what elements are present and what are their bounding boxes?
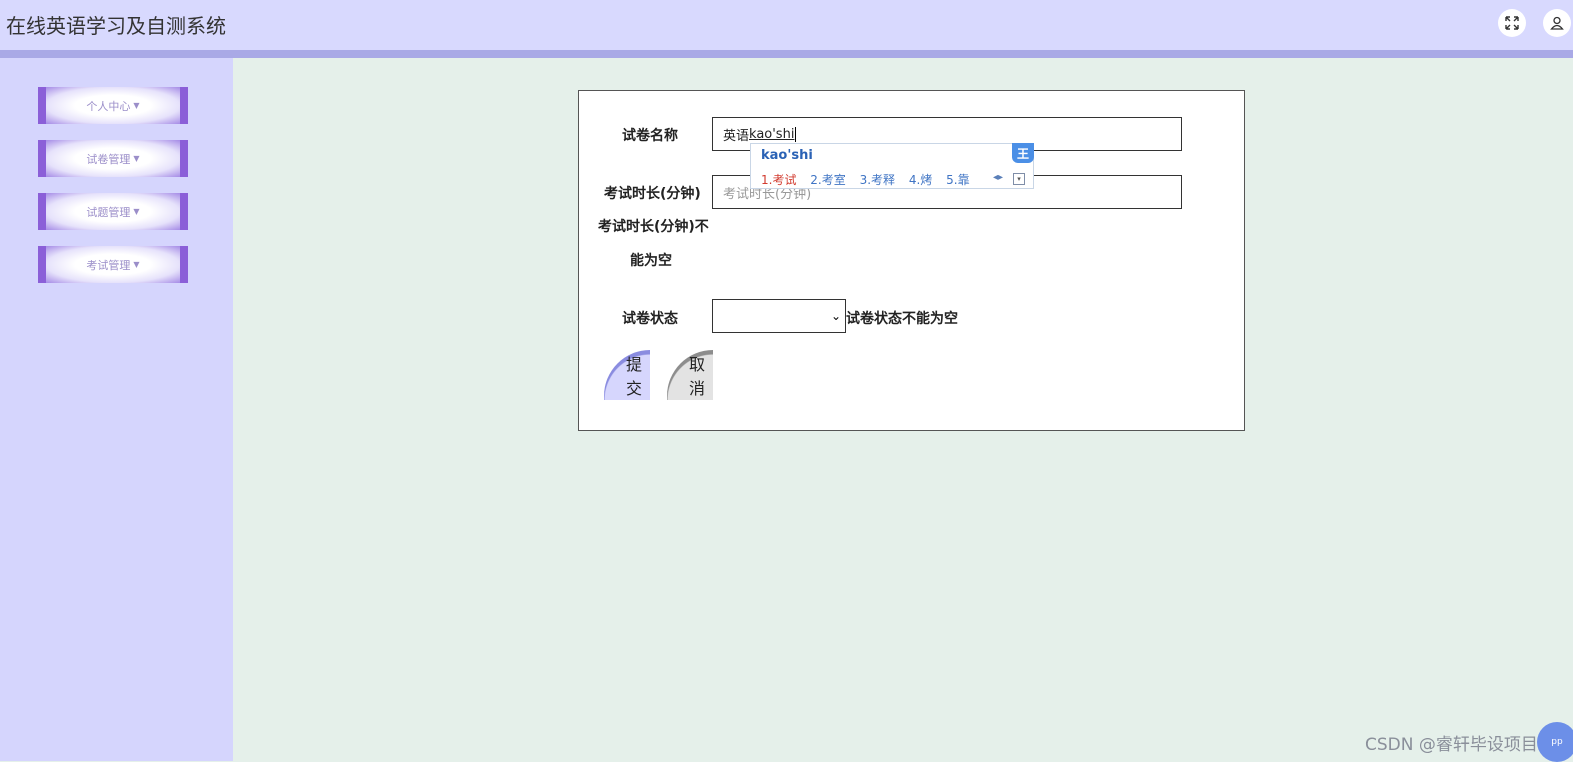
status-select[interactable]: ⌄: [712, 299, 846, 333]
sidebar-item-personal-center[interactable]: 个人中心 ▼: [38, 87, 188, 124]
chevron-down-icon: ⌄: [830, 309, 841, 323]
ime-candidate[interactable]: 4.烤: [909, 173, 932, 187]
sidebar-item-exam-management[interactable]: 考试管理 ▼: [38, 246, 188, 283]
cancel-button-label: 取消: [689, 355, 706, 398]
watermark: CSDN @睿轩毕设项目: [1365, 735, 1538, 755]
top-bar: 在线英语学习及自测系统: [0, 0, 1573, 50]
sidebar-item-label: 试卷管理: [86, 152, 131, 166]
chevron-down-icon: ▼: [133, 154, 140, 163]
ime-candidate-list: 1.考试 2.考室 3.考释 4.烤 5.靠: [761, 171, 980, 188]
text-cursor: [795, 126, 797, 142]
sidebar-item-paper-management[interactable]: 试卷管理 ▼: [38, 140, 188, 177]
paper-name-composition: kao'shi: [749, 126, 795, 142]
header-divider: [0, 50, 1573, 58]
duration-error-line2: 能为空: [630, 253, 672, 269]
sidebar: 个人中心 ▼ 试卷管理 ▼ 试题管理 ▼ 考试管理 ▼: [0, 58, 233, 761]
ime-candidate[interactable]: 3.考释: [860, 173, 895, 187]
status-error: 试卷状态不能为空: [846, 311, 958, 327]
ime-expand-icon[interactable]: ▾: [1013, 173, 1025, 185]
sidebar-item-label: 试题管理: [86, 205, 131, 219]
ime-candidate[interactable]: 2.考室: [810, 173, 845, 187]
sidebar-item-label: 考试管理: [86, 258, 131, 272]
sidebar-item-label: 个人中心: [86, 99, 131, 113]
paper-name-value: 英语: [723, 128, 750, 144]
ime-page-arrows-icon[interactable]: ◂▸: [993, 172, 1003, 183]
sidebar-item-question-management[interactable]: 试题管理 ▼: [38, 193, 188, 230]
paper-name-label: 试卷名称: [622, 128, 678, 144]
duration-label: 考试时长(分钟): [604, 186, 701, 202]
ime-logo-icon: 王: [1012, 143, 1034, 163]
expand-icon[interactable]: [1498, 9, 1526, 37]
submit-button-label: 提交: [626, 355, 643, 398]
status-label: 试卷状态: [622, 311, 678, 327]
chevron-down-icon: ▼: [133, 260, 140, 269]
floating-app-icon[interactable]: pp: [1537, 722, 1573, 762]
chevron-down-icon: ▼: [133, 207, 140, 216]
ime-candidate[interactable]: 5.靠: [946, 173, 969, 187]
ime-pinyin: kao'shi: [761, 148, 813, 163]
app-title: 在线英语学习及自测系统: [6, 14, 226, 38]
ime-candidate-popup: kao'shi 王 1.考试 2.考室 3.考释 4.烤 5.靠 ◂▸ ▾: [750, 143, 1034, 189]
duration-error-line1: 考试时长(分钟)不: [598, 219, 709, 235]
ime-candidate[interactable]: 1.考试: [761, 173, 796, 187]
chevron-down-icon: ▼: [133, 101, 140, 110]
user-icon[interactable]: [1543, 9, 1571, 37]
